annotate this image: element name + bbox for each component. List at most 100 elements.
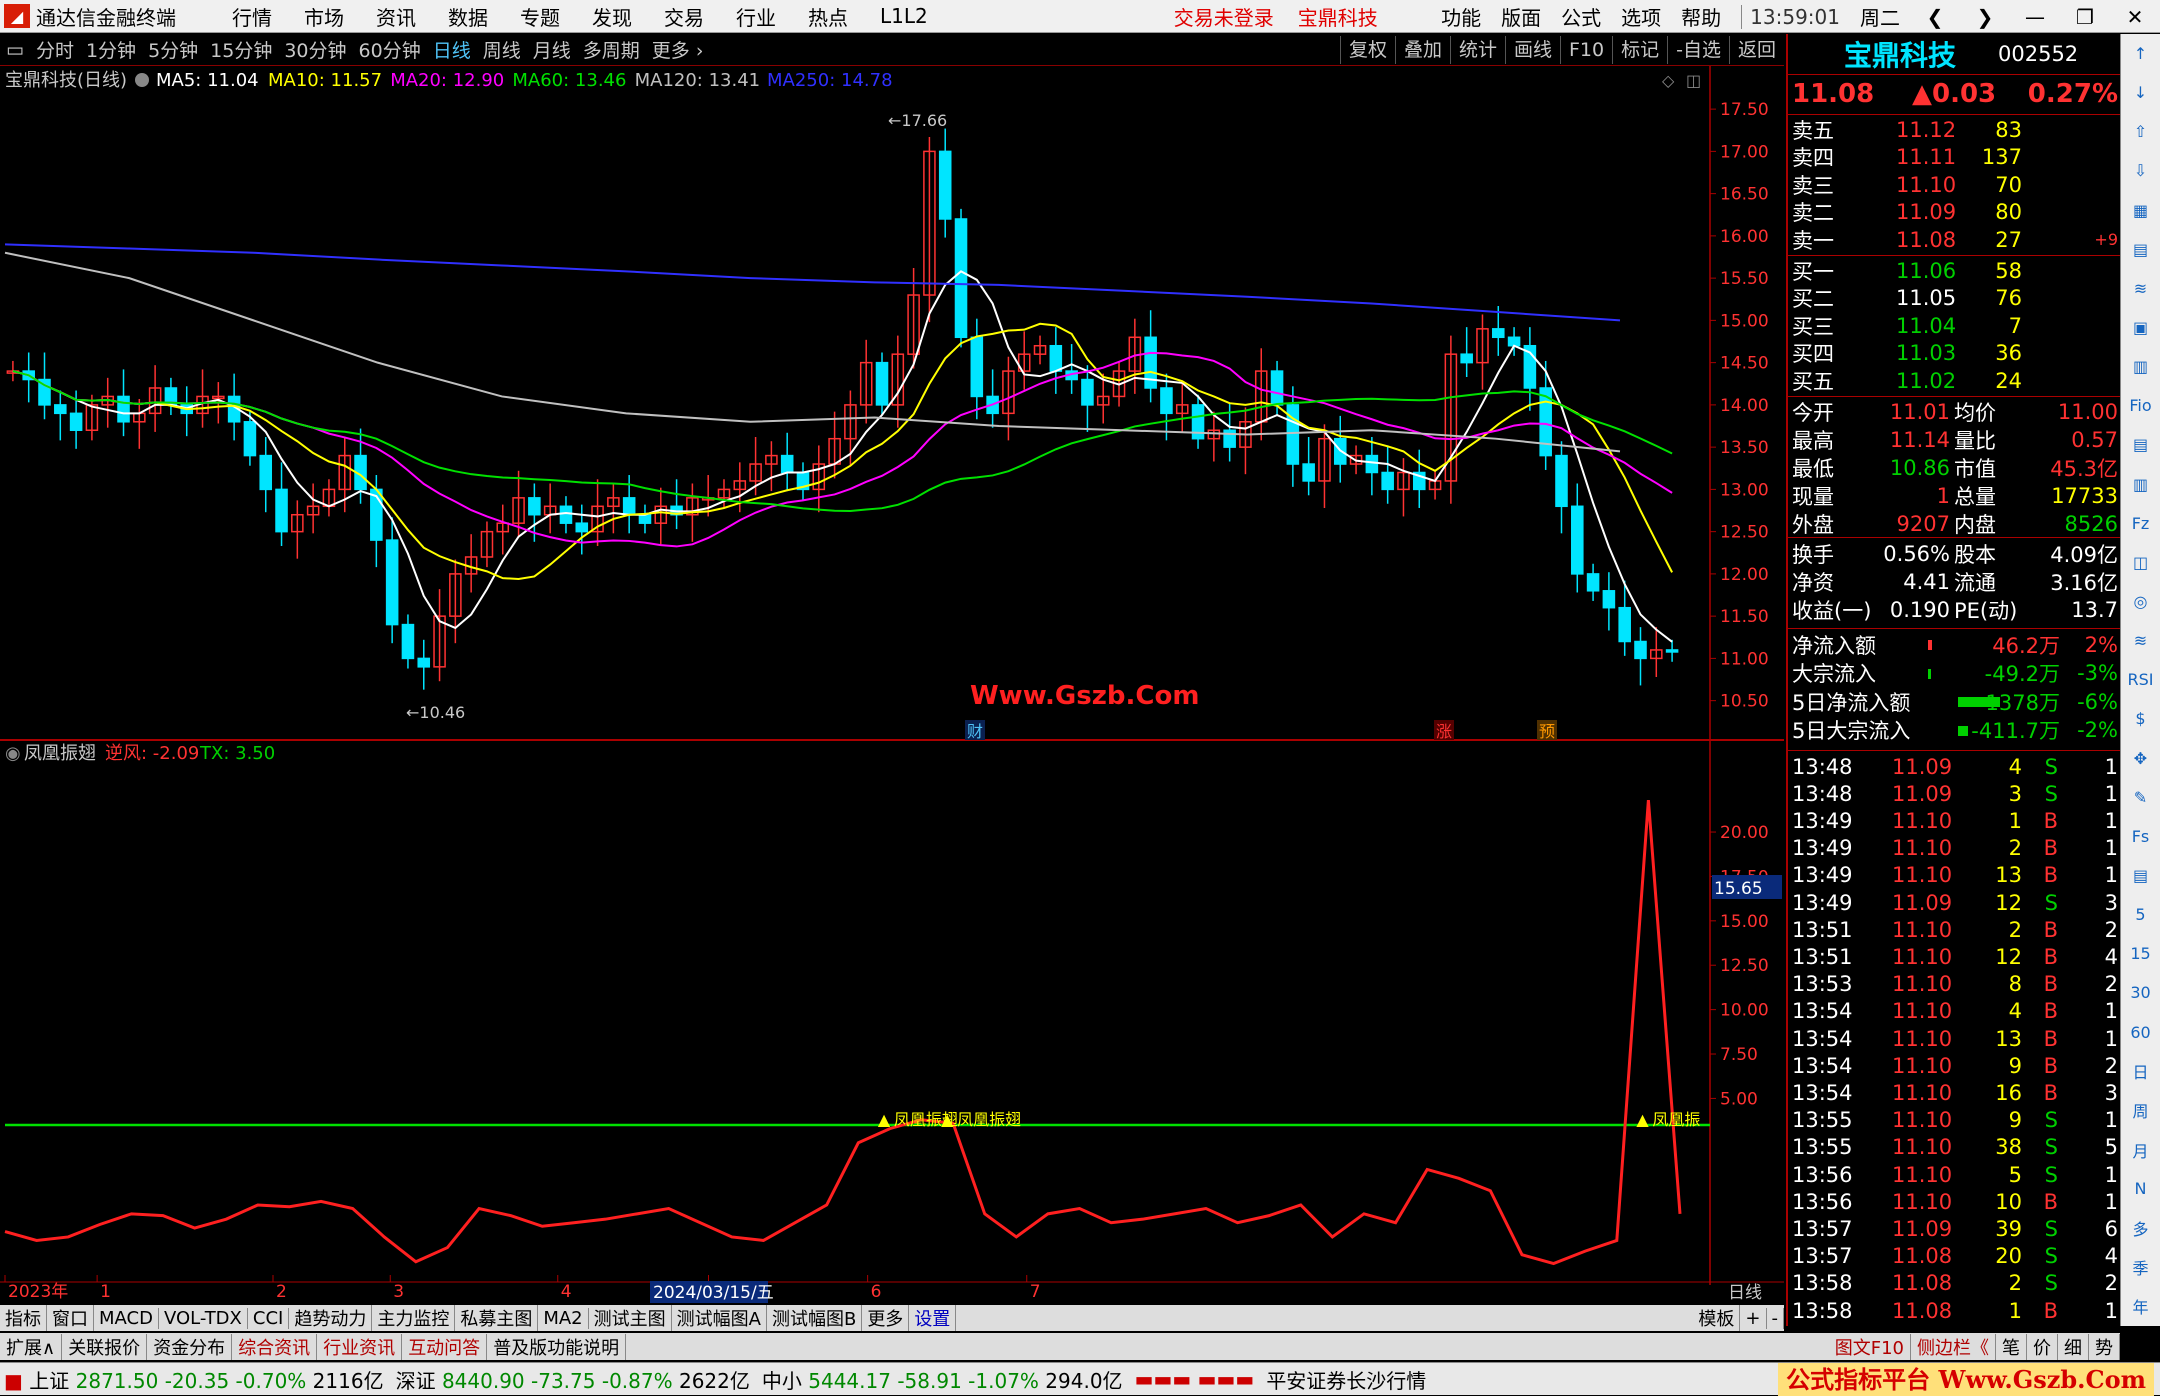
stat-row[interactable]: 最低 10.86 市值 45.3亿 <box>1788 454 2122 481</box>
tab-qa[interactable]: 互动问答 <box>402 1333 488 1360</box>
indicator-chart[interactable]: 20.0017.5015.0012.5010.007.505.00 ◉ 凤凰振翅… <box>0 741 1784 1306</box>
tab-test-sub-b[interactable]: 测试幅图B <box>767 1305 863 1331</box>
tab-cci[interactable]: CCI <box>248 1307 290 1329</box>
tab-detail[interactable]: 细 <box>2058 1333 2089 1360</box>
tool-overlay[interactable]: 叠加 <box>1394 36 1450 64</box>
candle-body[interactable] <box>1555 454 1568 508</box>
menu-data[interactable]: 数据 <box>448 2 488 31</box>
bid-row[interactable]: 买二 11.05 76 <box>1788 285 2122 312</box>
menu-layout[interactable]: 版面 <box>1501 2 1541 31</box>
tick-row[interactable]: 13:57 11.09 39 S 6 <box>1788 1215 2122 1242</box>
period-15min[interactable]: 15分钟 <box>210 36 272 63</box>
candle-body[interactable] <box>875 361 889 406</box>
tick-row[interactable]: 13:49 11.10 1 B 1 <box>1788 807 2122 834</box>
stat-row[interactable]: 今开 11.01 均价 11.00 <box>1788 398 2122 425</box>
sidebar-icon[interactable]: 15 <box>2121 934 2160 973</box>
candle-body[interactable] <box>1507 336 1521 347</box>
sidebar-icon[interactable]: 5 <box>2121 895 2160 934</box>
ask-row[interactable]: 卖四 11.11 137 <box>1788 144 2122 171</box>
sidebar-icon[interactable]: 季 <box>2121 1247 2160 1286</box>
candle-body[interactable] <box>780 454 794 474</box>
candle-body[interactable] <box>1160 387 1173 415</box>
sidebar-icon[interactable]: 月 <box>2121 1130 2160 1169</box>
tab-related-quote[interactable]: 关联报价 <box>62 1333 148 1360</box>
candle-body[interactable] <box>259 454 273 491</box>
tool-adjust[interactable]: 复权 <box>1339 36 1395 64</box>
tab-private-main[interactable]: 私募主图 <box>455 1305 539 1331</box>
period-more[interactable]: 更多 › <box>652 36 704 63</box>
sidebar-icon[interactable]: ◫ <box>2121 543 2160 582</box>
sidebar-icon[interactable]: ↑ <box>2121 34 2160 73</box>
tab-edition-info[interactable]: 普及版功能说明 <box>487 1333 627 1360</box>
bid-row[interactable]: 买五 11.02 24 <box>1788 367 2122 394</box>
chart-layout-icon[interactable]: ◫ <box>1686 71 1701 90</box>
sidebar-icon[interactable]: ▥ <box>2121 347 2160 386</box>
tool-stats[interactable]: 统计 <box>1449 36 1505 64</box>
tick-row[interactable]: 13:49 11.10 2 B 1 <box>1788 835 2122 862</box>
tick-row[interactable]: 13:54 11.10 9 B 2 <box>1788 1052 2122 1079</box>
stat-row[interactable]: 最高 11.14 量比 0.57 <box>1788 426 2122 453</box>
sidebar-icon[interactable]: 周 <box>2121 1091 2160 1130</box>
tick-row[interactable]: 13:48 11.09 3 S 1 <box>1788 780 2122 807</box>
tick-row[interactable]: 13:57 11.08 20 S 4 <box>1788 1243 2122 1270</box>
candle-body[interactable] <box>1618 606 1631 643</box>
candle-body[interactable] <box>1365 454 1379 474</box>
candle-body[interactable] <box>417 657 431 668</box>
candle-body[interactable] <box>1302 463 1315 482</box>
stat-row[interactable]: 换手 0.56% 股本 4.09亿 <box>1788 540 2122 567</box>
tool-f10[interactable]: F10 <box>1560 36 1612 64</box>
candle-body[interactable] <box>117 395 130 423</box>
period-5min[interactable]: 5分钟 <box>148 36 198 63</box>
sidebar-icon[interactable]: ▦ <box>2121 191 2160 230</box>
menu-market[interactable]: 市场 <box>304 2 344 31</box>
candle-body[interactable] <box>1270 370 1284 406</box>
candle-body[interactable] <box>970 336 984 398</box>
indicator-svg[interactable]: 20.0017.5015.0012.5010.007.505.00 ◉ 凤凰振翅… <box>0 741 1784 1306</box>
menu-news[interactable]: 资讯 <box>376 2 416 31</box>
candle-body[interactable] <box>275 488 288 533</box>
period-monthly[interactable]: 月线 <box>533 36 571 63</box>
menu-quotes[interactable]: 行情 <box>232 2 272 31</box>
sidebar-icon[interactable]: ▤ <box>2121 425 2160 464</box>
index-sz[interactable]: 深证 8440.90 -73.75 -0.87% 2622亿 <box>396 1365 750 1394</box>
period-weekly[interactable]: 周线 <box>483 36 521 63</box>
tool-draw[interactable]: 画线 <box>1504 36 1560 64</box>
index-sh[interactable]: ■ 上证 2871.50 -20.35 -0.70% 2116亿 <box>4 1365 384 1394</box>
sidebar-icon[interactable]: ◎ <box>2121 582 2160 621</box>
toolbar-grid-icon[interactable]: ▭ <box>6 39 24 61</box>
stat-row[interactable]: 收益(一) 0.190 PE(动) 13.7 <box>1788 596 2122 623</box>
flow-row[interactable]: 5日大宗流入 -411.7万 -2% <box>1788 717 2122 744</box>
candle-body[interactable] <box>1049 344 1063 372</box>
ask-row[interactable]: 卖二 11.09 80 <box>1788 199 2122 226</box>
kline-svg[interactable]: 17.50 17.00 16.50 16.00 15.50 15.00 14.50 14.00… <box>0 66 1784 741</box>
bid-row[interactable]: 买一 11.06 58 <box>1788 257 2122 284</box>
event-marker-finance[interactable]: 财 <box>967 722 983 741</box>
period-30min[interactable]: 30分钟 <box>284 36 346 63</box>
tab-settings[interactable]: 设置 <box>909 1305 957 1331</box>
restore-icon[interactable]: ❐ <box>2070 5 2100 29</box>
tick-row[interactable]: 13:54 11.10 13 B 1 <box>1788 1025 2122 1052</box>
period-multi[interactable]: 多周期 <box>583 36 640 63</box>
candle-body[interactable] <box>401 623 415 660</box>
tick-row[interactable]: 13:56 11.10 10 B 1 <box>1788 1188 2122 1215</box>
tab-indicator[interactable]: 指标 <box>0 1305 47 1331</box>
period-1min[interactable]: 1分钟 <box>86 36 136 63</box>
tab-pen[interactable]: 笔 <box>1996 1333 2027 1360</box>
candle-body[interactable] <box>638 513 652 524</box>
tick-row[interactable]: 13:51 11.10 12 B 4 <box>1788 943 2122 970</box>
tab-macd[interactable]: MACD <box>94 1307 159 1329</box>
tab-fund-distribution[interactable]: 资金分布 <box>147 1333 233 1360</box>
menu-options[interactable]: 选项 <box>1621 2 1661 31</box>
tab-test-sub-a[interactable]: 测试幅图A <box>672 1305 767 1331</box>
candle-body[interactable] <box>559 505 573 524</box>
sidebar-icon[interactable]: ✥ <box>2121 739 2160 778</box>
menu-topics[interactable]: 专题 <box>520 2 560 31</box>
ask-row[interactable]: 卖三 11.10 70 <box>1788 171 2122 198</box>
tab-more[interactable]: 更多 <box>862 1305 910 1331</box>
tick-row[interactable]: 13:56 11.10 5 S 1 <box>1788 1161 2122 1188</box>
ask-row[interactable]: 卖五 11.12 83 <box>1788 116 2122 143</box>
forward-icon[interactable]: ❯ <box>1970 5 2000 29</box>
tick-row[interactable]: 13:49 11.10 13 B 1 <box>1788 862 2122 889</box>
sidebar-icon[interactable]: 30 <box>2121 973 2160 1012</box>
tick-row[interactable]: 13:49 11.09 12 S 3 <box>1788 889 2122 916</box>
